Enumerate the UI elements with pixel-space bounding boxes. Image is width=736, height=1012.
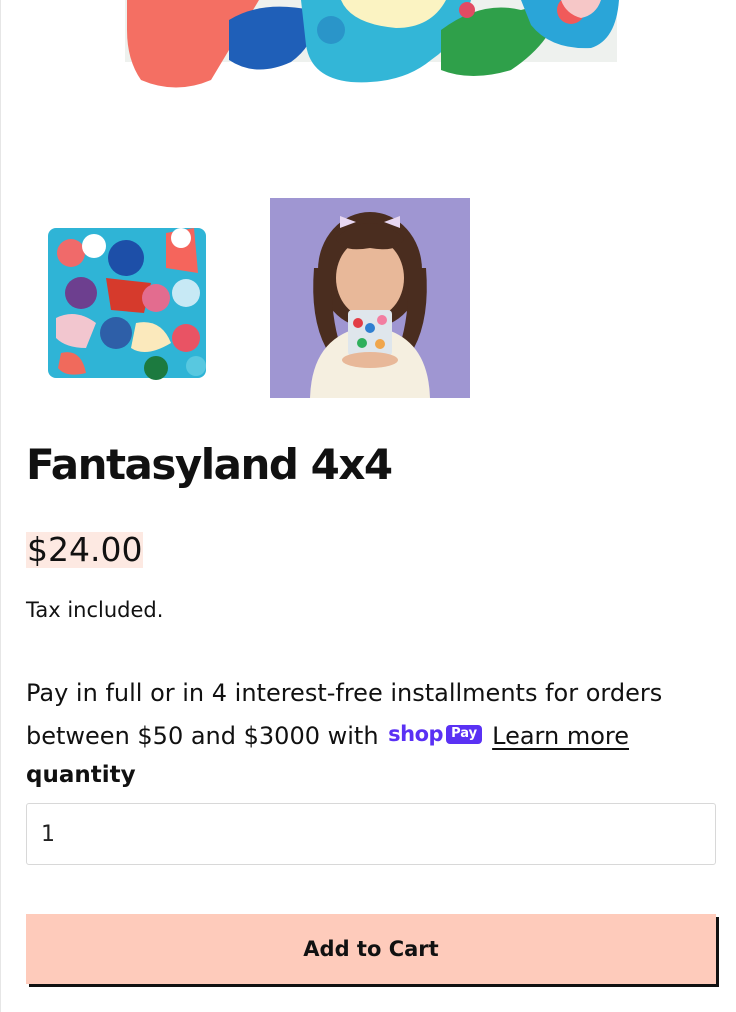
shop-pay-badge: Pay [446, 724, 483, 744]
add-to-cart-button[interactable]: Add to Cart [26, 914, 716, 984]
thumbnail-candy-box[interactable] [26, 198, 226, 398]
thumbnail-gallery [26, 198, 470, 398]
thumbnail-girl-with-candy[interactable] [270, 198, 470, 398]
product-title: Fantasyland 4x4 [26, 440, 393, 489]
shop-pay-logo: shop Pay [388, 713, 483, 756]
learn-more-link[interactable]: Learn more [492, 722, 629, 750]
hero-product-image [1, 0, 736, 100]
tax-note: Tax included. [26, 598, 164, 622]
installments-message: Pay in full or in 4 interest-free instal… [26, 672, 716, 759]
quantity-label: quantity [26, 762, 136, 788]
quantity-input[interactable] [26, 803, 716, 865]
shop-pay-wordmark: shop [388, 721, 444, 746]
product-price: $24.00 [26, 530, 144, 569]
product-page: Fantasyland 4x4 $24.00 Tax included. Pay… [0, 0, 736, 1012]
